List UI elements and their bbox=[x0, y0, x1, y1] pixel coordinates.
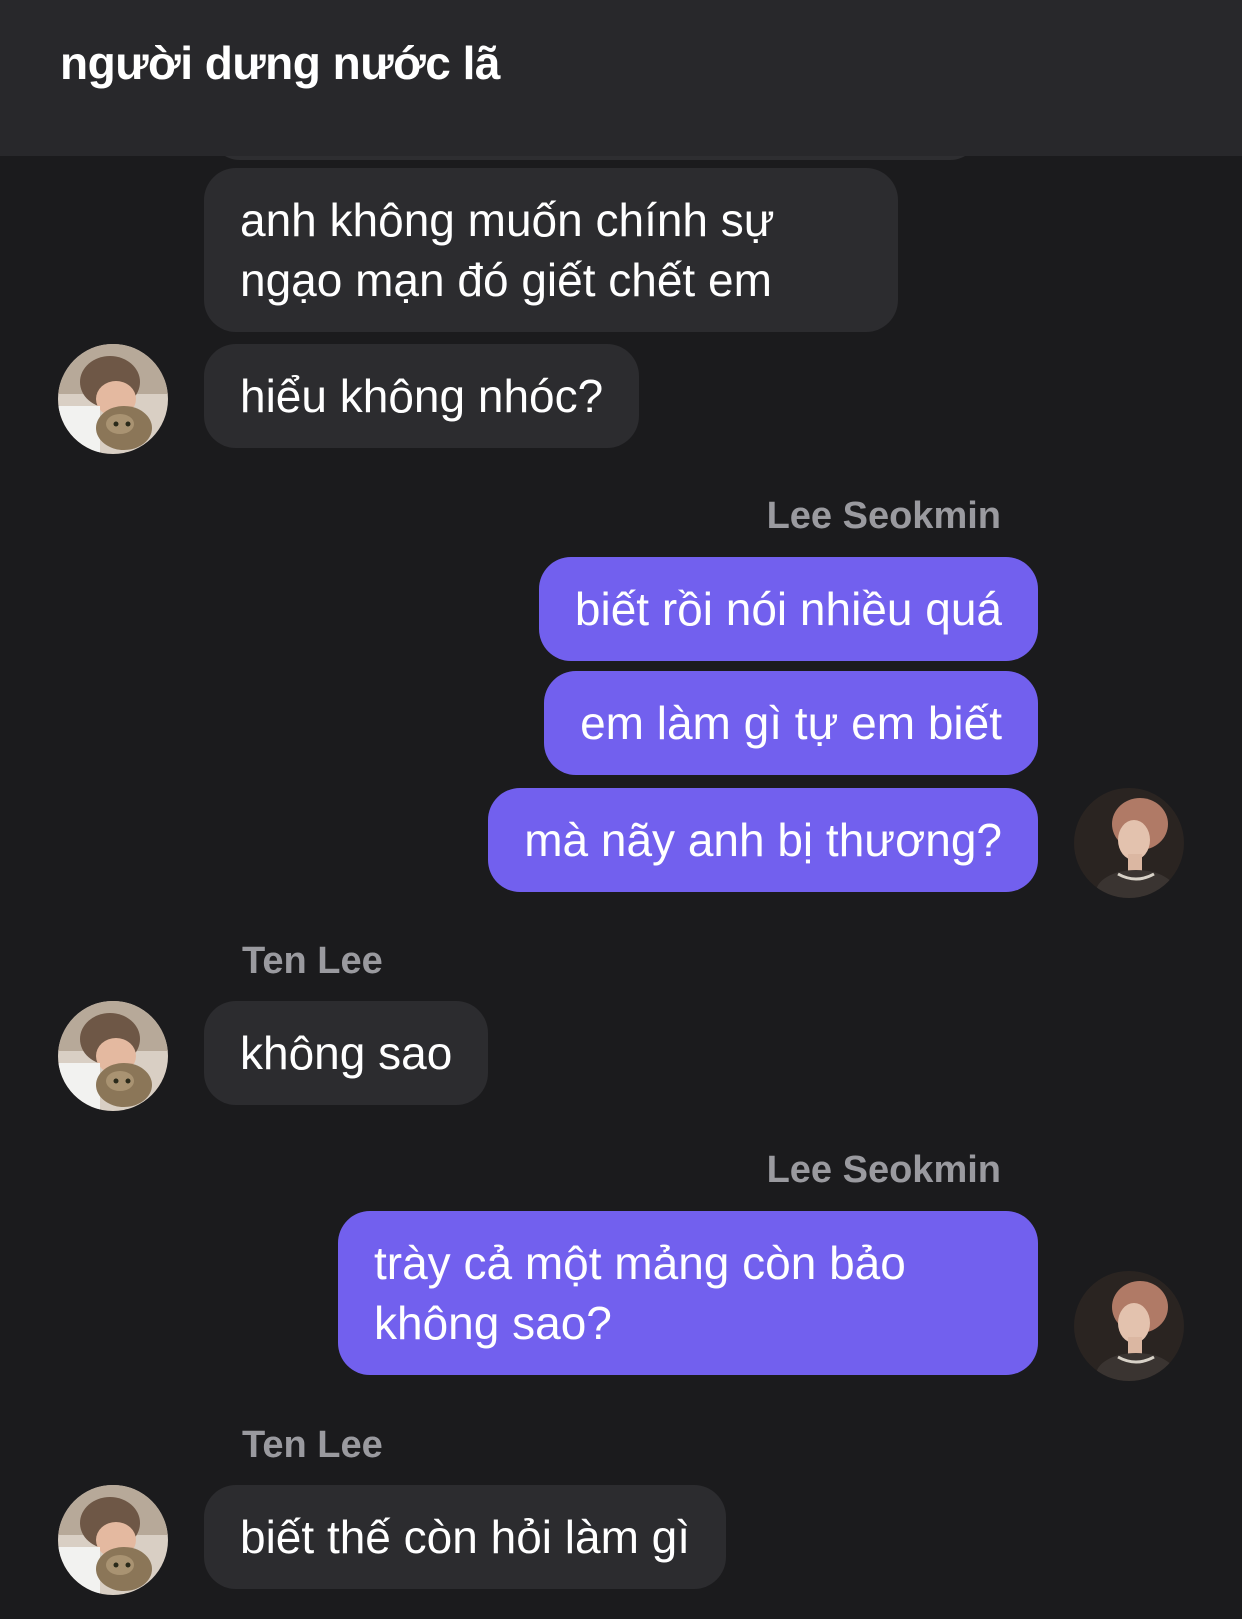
avatar-lee-seokmin[interactable] bbox=[1074, 788, 1184, 898]
message-text: không sao bbox=[240, 1027, 453, 1079]
message-bubble-outgoing[interactable]: mà nãy anh bị thương? bbox=[488, 788, 1038, 892]
message-bubble-incoming[interactable]: hiểu không nhóc? bbox=[204, 344, 640, 448]
avatar-ten-lee[interactable] bbox=[58, 1001, 168, 1111]
message-bubble-incoming[interactable]: biết thế còn hỏi làm gì bbox=[204, 1485, 727, 1589]
sender-name: Ten Lee bbox=[242, 1424, 383, 1466]
chat-title: người dưng nước lã bbox=[60, 37, 501, 89]
message-text: biết rồi nói nhiều quá bbox=[574, 583, 1002, 635]
avatar-lee-seokmin[interactable] bbox=[1074, 1271, 1184, 1381]
message-text: mà nãy anh bị thương? bbox=[524, 814, 1002, 866]
message-text: hiểu không nhóc? bbox=[240, 370, 604, 422]
message-bubble-incoming[interactable]: không sao bbox=[204, 1001, 489, 1105]
sender-name: Ten Lee bbox=[242, 940, 383, 982]
sender-name: Lee Seokmin bbox=[766, 1149, 1001, 1191]
message-bubble-outgoing[interactable]: em làm gì tự em biết bbox=[544, 671, 1038, 775]
message-text: anh không muốn chính sự ngạo mạn đó giết… bbox=[240, 194, 775, 306]
chat-header: người dưng nước lã bbox=[0, 0, 1242, 156]
message-text: trày cả một mảng còn bảo không sao? bbox=[374, 1237, 906, 1349]
message-bubble-outgoing[interactable]: trày cả một mảng còn bảo không sao? bbox=[338, 1211, 1038, 1375]
avatar-ten-lee[interactable] bbox=[58, 1485, 168, 1595]
sender-name: Lee Seokmin bbox=[766, 495, 1001, 537]
message-bubble-incoming[interactable]: anh không muốn chính sự ngạo mạn đó giết… bbox=[204, 168, 898, 332]
message-text: em làm gì tự em biết bbox=[580, 697, 1002, 749]
message-text: biết thế còn hỏi làm gì bbox=[240, 1511, 691, 1563]
message-bubble-outgoing[interactable]: biết rồi nói nhiều quá bbox=[538, 557, 1038, 661]
avatar-ten-lee[interactable] bbox=[58, 344, 168, 454]
